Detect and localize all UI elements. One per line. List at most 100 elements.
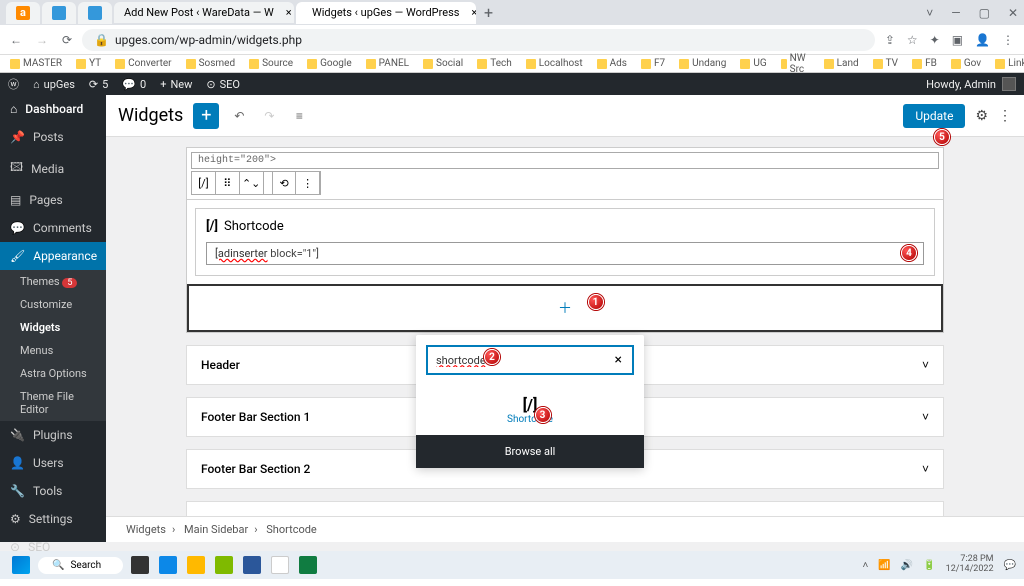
sidebar-item-tools[interactable]: 🔧 Tools	[0, 477, 106, 505]
bookmark-item[interactable]: F7	[641, 58, 665, 69]
sidebar-sub-themes[interactable]: Themes 5	[0, 270, 106, 293]
bookmark-item[interactable]: Localhost	[526, 58, 583, 69]
menu-icon[interactable]: ⋮	[1002, 33, 1014, 47]
block-result-shortcode[interactable]: [/] 3 Shortcode	[416, 385, 644, 435]
bookmark-item[interactable]: FB	[912, 58, 937, 69]
drag-icon[interactable]: ⠿	[216, 172, 240, 194]
bookmark-item[interactable]: TV	[873, 58, 898, 69]
browser-tab[interactable]: Add New Post ‹ WareData — W×	[114, 2, 294, 23]
add-block-area[interactable]: ＋ 1	[187, 284, 943, 332]
crumb[interactable]: Shortcode	[266, 523, 317, 536]
pinned-tab[interactable]	[42, 2, 76, 24]
update-button[interactable]: Update	[903, 104, 965, 128]
list-view-icon[interactable]: ≡	[289, 109, 309, 123]
add-block-button[interactable]: +	[193, 103, 219, 129]
bookmark-item[interactable]: NW Src	[781, 53, 810, 75]
bookmark-item[interactable]: LinkedIn	[995, 58, 1024, 69]
volume-icon[interactable]: 🔊	[901, 560, 913, 571]
sidebar-item-users[interactable]: 👤 Users	[0, 449, 106, 477]
sidebar-item-comments[interactable]: 💬 Comments	[0, 214, 106, 242]
editor-canvas[interactable]: height="200"> [/] ⠿ ⌃⌄ ⟲ ⋮ [/]Shortcode …	[106, 137, 1024, 516]
sidebar-item-pages[interactable]: ▤ Pages	[0, 186, 106, 214]
howdy-text[interactable]: Howdy, Admin	[926, 78, 996, 91]
app-icon[interactable]	[243, 556, 261, 574]
browser-tab-active[interactable]: Widgets ‹ upGes — WordPress×	[296, 2, 476, 24]
start-icon[interactable]	[12, 556, 30, 574]
pinned-tab[interactable]: a	[6, 2, 40, 24]
bookmark-item[interactable]: PANEL	[366, 58, 409, 69]
wifi-icon[interactable]: 📶	[878, 560, 890, 571]
bookmark-item[interactable]: Ads	[597, 58, 627, 69]
sidebar-sub-customize[interactable]: Customize	[0, 293, 106, 316]
reading-icon[interactable]: ▣	[952, 33, 963, 47]
section-inactive[interactable]: Inactive widgets˅	[186, 501, 944, 516]
bookmark-item[interactable]: Converter	[115, 58, 171, 69]
bookmark-item[interactable]: Source	[249, 58, 293, 69]
explorer-icon[interactable]	[187, 556, 205, 574]
sidebar-item-settings[interactable]: ⚙ Settings	[0, 505, 106, 533]
edge-icon[interactable]	[159, 556, 177, 574]
app-icon[interactable]	[215, 556, 233, 574]
chevron-down-icon[interactable]: ˅	[926, 6, 933, 20]
sidebar-sub-widgets[interactable]: Widgets	[0, 316, 106, 339]
comments-link[interactable]: 💬 0	[122, 78, 146, 91]
maximize-icon[interactable]: ▢	[979, 6, 990, 20]
shortcode-icon[interactable]: [/]	[192, 172, 216, 194]
excel-icon[interactable]	[299, 556, 317, 574]
seo-link[interactable]: ⊙ SEO	[206, 78, 240, 91]
avatar[interactable]	[1002, 77, 1016, 91]
bookmark-item[interactable]: Social	[423, 58, 463, 69]
notifications-icon[interactable]: 💬	[1004, 560, 1016, 571]
sidebar-item-posts[interactable]: 📌 Posts	[0, 123, 106, 151]
more-icon[interactable]: ⋮	[296, 172, 320, 194]
sidebar-item-media[interactable]: 🖾 Media	[0, 151, 106, 186]
undo-icon[interactable]: ↶	[229, 109, 249, 123]
new-tab-button[interactable]: +	[478, 3, 499, 22]
browse-all-button[interactable]: Browse all	[416, 435, 644, 468]
search-input[interactable]	[428, 347, 605, 373]
bookmark-item[interactable]: Undang	[679, 58, 726, 69]
plus-icon[interactable]: ＋	[558, 301, 572, 317]
bookmark-item[interactable]: MASTER	[10, 58, 62, 69]
bookmark-item[interactable]: Google	[307, 58, 352, 69]
crumb[interactable]: Main Sidebar	[184, 523, 248, 536]
pinned-tab[interactable]	[78, 2, 112, 24]
extensions-icon[interactable]: ✦	[930, 33, 940, 47]
transform-icon[interactable]: ⟲	[272, 172, 296, 194]
sidebar-item-plugins[interactable]: 🔌 Plugins	[0, 421, 106, 449]
clear-icon[interactable]: ×	[605, 347, 632, 373]
chevron-up-icon[interactable]: ˄	[862, 560, 868, 571]
close-icon[interactable]: ✕	[1008, 6, 1018, 20]
updates-link[interactable]: ⟳ 5	[89, 78, 108, 91]
options-icon[interactable]: ⋮	[998, 108, 1012, 124]
reload-icon[interactable]: ⟳	[62, 33, 72, 47]
bookmark-item[interactable]: Land	[824, 58, 859, 69]
shortcode-block[interactable]: [/]Shortcode [adinserter block="1"] 4	[195, 208, 935, 276]
bookmark-item[interactable]: Sosmed	[186, 58, 236, 69]
sidebar-sub-menus[interactable]: Menus	[0, 339, 106, 362]
bookmark-item[interactable]: Tech	[477, 58, 512, 69]
clock[interactable]: 7:28 PM12/14/2022	[946, 555, 994, 575]
site-link[interactable]: ⌂ upGes	[33, 78, 75, 91]
bookmark-item[interactable]: UG	[740, 58, 766, 69]
sidebar-item-dashboard[interactable]: ⌂ Dashboard	[0, 95, 106, 123]
chrome-icon[interactable]	[271, 556, 289, 574]
minimize-icon[interactable]: —	[951, 6, 960, 20]
url-input[interactable]: 🔒 upges.com/wp-admin/widgets.php	[82, 29, 875, 51]
sidebar-item-appearance[interactable]: 🖌 Appearance	[0, 242, 106, 270]
bookmark-item[interactable]: YT	[76, 58, 101, 69]
profile-icon[interactable]: 👤	[975, 33, 990, 47]
star-icon[interactable]: ☆	[907, 33, 918, 47]
battery-icon[interactable]: 🔋	[923, 560, 935, 571]
crumb[interactable]: Widgets	[126, 523, 166, 536]
sidebar-sub-tfe[interactable]: Theme File Editor	[0, 385, 106, 421]
share-icon[interactable]: ⇪	[885, 33, 895, 47]
wp-logo-icon[interactable]: ⓦ	[8, 76, 19, 92]
sidebar-sub-astra[interactable]: Astra Options	[0, 362, 106, 385]
shortcode-input[interactable]: [adinserter block="1"] 4	[206, 242, 924, 265]
back-icon[interactable]: ←	[10, 33, 22, 47]
settings-icon[interactable]: ⚙	[975, 108, 988, 124]
app-icon[interactable]	[131, 556, 149, 574]
bookmark-item[interactable]: Gov	[951, 58, 981, 69]
new-link[interactable]: + New	[160, 78, 192, 91]
